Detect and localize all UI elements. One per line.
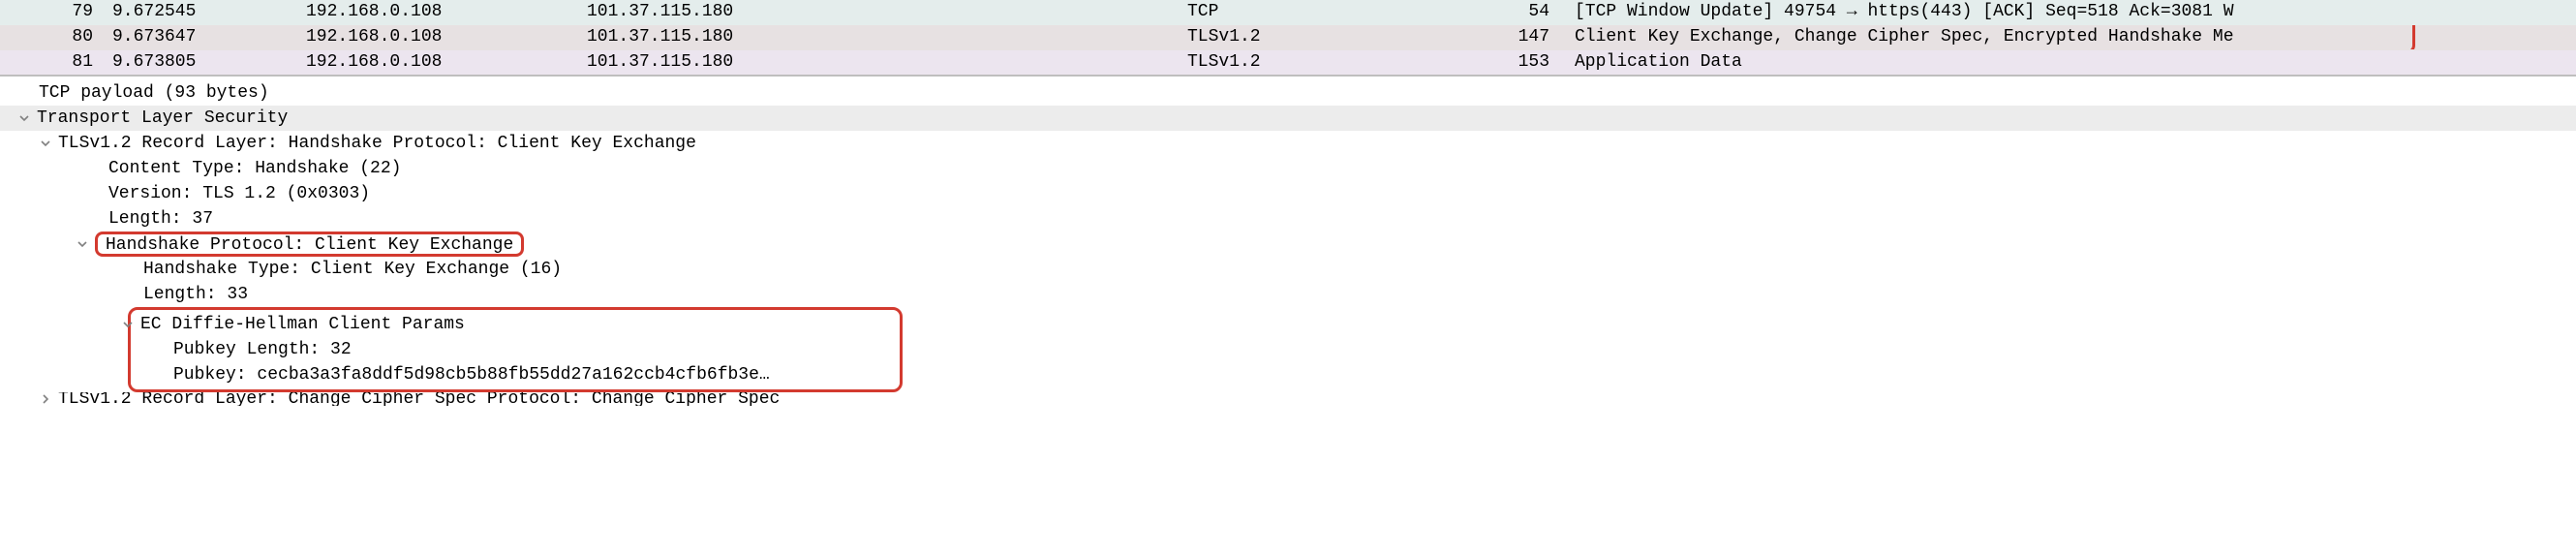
- record-layer[interactable]: TLSv1.2 Record Layer: Change Cipher Spec…: [0, 392, 2576, 406]
- packet-details-pane: TCP payload (93 bytes) Transport Layer S…: [0, 76, 2576, 406]
- cell-no: 81: [0, 50, 107, 74]
- info-text: [TCP Window Update] 49754 → https(443) […: [1575, 2, 2234, 21]
- field-text: Transport Layer Security: [37, 107, 288, 130]
- field-text: Content Type: Handshake (22): [108, 157, 401, 180]
- ecdh-params[interactable]: EC Diffie-Hellman Client Params: [140, 312, 890, 337]
- length-field[interactable]: Length: 33: [0, 282, 2576, 307]
- cell-src: 192.168.0.108: [300, 0, 581, 23]
- pubkey-field[interactable]: Pubkey: cecba3a3fa8ddf5d98cb5b88fb55dd27…: [140, 362, 890, 387]
- cell-len: 153: [1433, 50, 1569, 74]
- chevron-down-icon[interactable]: [39, 137, 52, 150]
- chevron-down-icon[interactable]: [17, 111, 31, 125]
- cell-src: 192.168.0.108: [300, 50, 581, 74]
- field-text: Pubkey: cecba3a3fa8ddf5d98cb5b88fb55dd27…: [173, 363, 770, 386]
- cell-time: 9.672545: [107, 0, 300, 23]
- field-text: Length: 33: [143, 283, 248, 306]
- cell-len: 147: [1433, 25, 1569, 48]
- tcp-payload-field[interactable]: TCP payload (93 bytes): [0, 80, 2576, 106]
- field-text: Handshake Type: Client Key Exchange (16): [143, 258, 562, 281]
- packet-row[interactable]: 80 9.673647 192.168.0.108 101.37.115.180…: [0, 25, 2576, 50]
- cell-info: [TCP Window Update] 49754 → https(443) […: [1569, 0, 2576, 23]
- chevron-down-icon[interactable]: [121, 318, 135, 331]
- cell-dst: 101.37.115.180: [581, 25, 1181, 48]
- packet-row[interactable]: 79 9.672545 192.168.0.108 101.37.115.180…: [0, 0, 2576, 25]
- cell-src: 192.168.0.108: [300, 25, 581, 48]
- cell-no: 79: [0, 0, 107, 23]
- field-text: Handshake Protocol: Client Key Exchange: [106, 235, 513, 255]
- chevron-right-icon[interactable]: [39, 392, 52, 406]
- cell-time: 9.673647: [107, 25, 300, 48]
- field-text: Pubkey Length: 32: [173, 338, 352, 361]
- field-text: Length: 37: [108, 207, 213, 231]
- pubkey-length-field[interactable]: Pubkey Length: 32: [140, 337, 890, 362]
- tls-root[interactable]: Transport Layer Security: [0, 106, 2576, 131]
- cell-proto: TLSv1.2: [1181, 25, 1433, 48]
- cell-proto: TCP: [1181, 0, 1433, 23]
- highlight-annotation: Handshake Protocol: Client Key Exchange: [95, 232, 524, 257]
- handshake-type-field[interactable]: Handshake Type: Client Key Exchange (16): [0, 257, 2576, 282]
- info-text: Client Key Exchange, Change Cipher Spec,…: [1575, 27, 2234, 46]
- chevron-down-icon[interactable]: [76, 237, 89, 251]
- cell-info: Client Key Exchange, Change Cipher Spec,…: [1569, 25, 2576, 48]
- cell-dst: 101.37.115.180: [581, 50, 1181, 74]
- handshake-protocol[interactable]: Handshake Protocol: Client Key Exchange: [0, 232, 2576, 257]
- cell-dst: 101.37.115.180: [581, 0, 1181, 23]
- record-layer[interactable]: TLSv1.2 Record Layer: Handshake Protocol…: [0, 131, 2576, 156]
- highlight-annotation: EC Diffie-Hellman Client Params Pubkey L…: [128, 307, 903, 392]
- field-text: TLSv1.2 Record Layer: Change Cipher Spec…: [58, 392, 780, 406]
- content-type-field[interactable]: Content Type: Handshake (22): [0, 156, 2576, 181]
- version-field[interactable]: Version: TLS 1.2 (0x0303): [0, 181, 2576, 206]
- cell-no: 80: [0, 25, 107, 48]
- packet-row[interactable]: 81 9.673805 192.168.0.108 101.37.115.180…: [0, 50, 2576, 76]
- cell-len: 54: [1433, 0, 1569, 23]
- length-field[interactable]: Length: 37: [0, 206, 2576, 232]
- packet-list: 79 9.672545 192.168.0.108 101.37.115.180…: [0, 0, 2576, 76]
- field-text: TLSv1.2 Record Layer: Handshake Protocol…: [58, 132, 696, 155]
- field-text: EC Diffie-Hellman Client Params: [140, 313, 465, 336]
- cell-time: 9.673805: [107, 50, 300, 74]
- field-text: Version: TLS 1.2 (0x0303): [108, 182, 370, 205]
- field-text: TCP payload (93 bytes): [39, 81, 269, 105]
- cell-info: Application Data: [1569, 50, 2576, 74]
- cell-proto: TLSv1.2: [1181, 50, 1433, 74]
